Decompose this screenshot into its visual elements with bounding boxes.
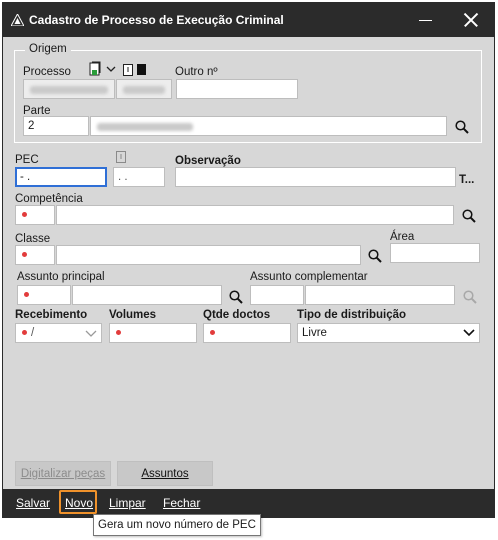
required-marker [210, 329, 215, 335]
action-bar: Salvar Novo Limpar Fechar [3, 489, 494, 517]
classe-label: Classe [15, 233, 51, 245]
observacao-input[interactable] [175, 167, 456, 187]
pec-input-value: - . [20, 171, 31, 183]
competencia-code-input[interactable] [15, 205, 55, 225]
processo-label: Processo [23, 66, 71, 78]
fechar-button[interactable]: Fechar [163, 496, 200, 510]
parte-code-input[interactable]: 2 [23, 116, 89, 136]
assuntos-button[interactable]: Assuntos [117, 461, 213, 486]
chevron-down-icon[interactable] [106, 66, 116, 73]
required-marker [22, 251, 27, 257]
assunto-complementar-label: Assunto complementar [250, 271, 368, 283]
salvar-button[interactable]: Salvar [16, 496, 50, 510]
tipo-distribuicao-value: Livre [302, 327, 327, 339]
classe-search-icon[interactable] [367, 248, 383, 264]
novo-button[interactable]: Novo [65, 496, 93, 510]
app-logo-icon [11, 14, 24, 26]
fechar-label: Fechar [163, 496, 201, 510]
window-title: Cadastro de Processo de Execução Crimina… [29, 13, 284, 27]
assunto-principal-search-icon[interactable] [228, 289, 244, 305]
competencia-label: Competência [15, 193, 83, 205]
digitalizar-pecas-label: Digitalizar peças [20, 468, 106, 480]
assunto-complementar-search-icon[interactable] [462, 289, 478, 305]
assunto-principal-label: Assunto principal [17, 271, 105, 283]
pec-input[interactable]: - . [15, 167, 107, 187]
processo-aux-input[interactable] [116, 79, 172, 99]
close-button[interactable] [460, 9, 482, 31]
origem-group-label: Origem [25, 43, 71, 55]
competencia-search-icon[interactable] [461, 208, 477, 224]
limpar-label: Limpar [109, 496, 146, 510]
assunto-complementar-name-input[interactable] [305, 285, 455, 305]
chevron-down-icon[interactable] [463, 328, 475, 338]
document-icon[interactable] [89, 61, 102, 77]
novo-label: Novo [65, 496, 94, 510]
outro-input[interactable] [176, 79, 298, 99]
novo-tooltip: Gera um novo número de PEC [93, 514, 261, 536]
salvar-label: Salvar [16, 496, 51, 510]
recebimento-value: / [31, 327, 35, 339]
chevron-down-icon[interactable] [85, 329, 97, 339]
assunto-complementar-code-input[interactable] [250, 285, 304, 305]
qtde-label: Qtde doctos [203, 309, 271, 321]
qtde-doctos-input[interactable] [203, 323, 291, 343]
stop-icon[interactable] [137, 64, 146, 75]
observacao-label: Observação [175, 155, 241, 167]
classe-name-input[interactable] [56, 245, 361, 265]
processo-input[interactable] [23, 79, 115, 99]
assuntos-label: Assuntos [141, 468, 189, 480]
recebimento-date-picker[interactable]: / [15, 323, 102, 343]
required-marker [116, 329, 121, 335]
dialog-window: Cadastro de Processo de Execução Crimina… [2, 2, 495, 518]
tipo-distribuicao-select[interactable]: Livre [297, 323, 480, 343]
required-marker [22, 329, 27, 335]
parte-search-icon[interactable] [454, 119, 470, 135]
parte-name-input[interactable] [90, 116, 447, 136]
minimize-button[interactable] [415, 9, 437, 31]
outro-label: Outro nº [175, 66, 218, 78]
area-input[interactable] [390, 243, 480, 263]
title-bar: Cadastro de Processo de Execução Crimina… [3, 3, 494, 37]
info-doc-icon[interactable] [123, 64, 133, 76]
pec-label: PEC [15, 154, 39, 166]
required-marker [24, 291, 29, 297]
pec-doc-icon[interactable] [116, 151, 126, 163]
assunto-principal-code-input[interactable] [17, 285, 71, 305]
pec-aux-input[interactable]: . . [113, 167, 165, 187]
digitalizar-pecas-button[interactable]: Digitalizar peças [15, 461, 111, 486]
competencia-name-input[interactable] [56, 205, 454, 225]
recebimento-label: Recebimento [15, 309, 88, 321]
classe-code-input[interactable] [15, 245, 55, 265]
assunto-principal-name-input[interactable] [72, 285, 222, 305]
volumes-input[interactable] [109, 323, 197, 343]
area-label: Área [390, 231, 415, 243]
limpar-button[interactable]: Limpar [109, 496, 146, 510]
observacao-expand-button[interactable]: T... [459, 174, 474, 186]
tipo-distribuicao-label: Tipo de distribuição [297, 309, 407, 321]
required-marker [22, 211, 27, 217]
volumes-label: Volumes [109, 309, 157, 321]
